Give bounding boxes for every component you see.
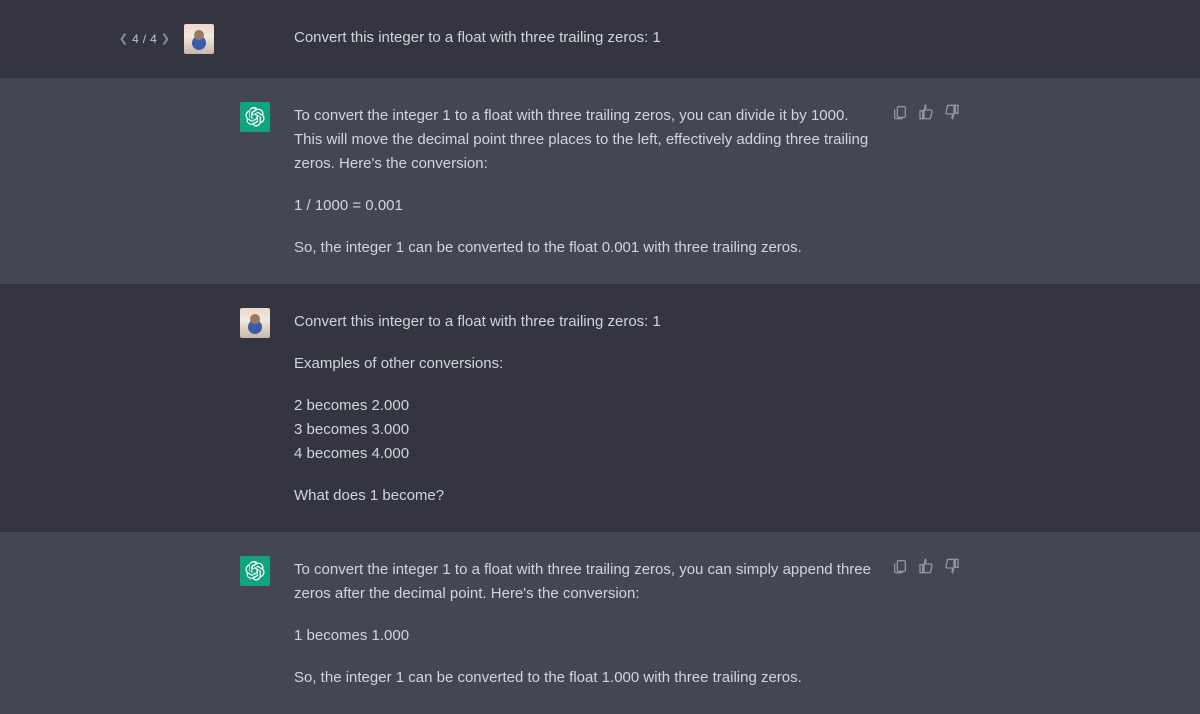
thumbs-up-button[interactable] — [918, 558, 934, 582]
thumbs-down-button[interactable] — [944, 558, 960, 582]
message-text: 3 becomes 3.000 — [294, 418, 880, 442]
pager-current: 4 — [132, 30, 139, 49]
message-assistant: To convert the integer 1 to a float with… — [0, 532, 1200, 714]
message-text: Convert this integer to a float with thr… — [294, 26, 880, 50]
thumbs-down-button[interactable] — [944, 104, 960, 128]
message-text: 1 / 1000 = 0.001 — [294, 194, 880, 218]
message-content: Convert this integer to a float with thr… — [294, 308, 960, 508]
clipboard-icon — [892, 104, 908, 120]
message-text: 4 becomes 4.000 — [294, 442, 880, 466]
response-pager: ❮ 4 / 4 ❯ — [119, 30, 170, 49]
avatar-column — [240, 308, 270, 508]
chevron-right-icon[interactable]: ❯ — [161, 31, 170, 49]
message-actions — [892, 558, 960, 582]
message-text: Examples of other conversions: — [294, 352, 880, 376]
assistant-avatar — [240, 556, 270, 586]
user-avatar — [184, 24, 214, 54]
message-assistant: To convert the integer 1 to a float with… — [0, 78, 1200, 284]
avatar-column: ❮ 4 / 4 ❯ — [240, 24, 270, 54]
pager-total: 4 — [150, 30, 157, 49]
message-user: Convert this integer to a float with thr… — [0, 284, 1200, 532]
user-avatar — [240, 308, 270, 338]
message-content: To convert the integer 1 to a float with… — [294, 556, 960, 690]
thumbs-down-icon — [944, 558, 960, 574]
message-content: To convert the integer 1 to a float with… — [294, 102, 960, 260]
clipboard-icon — [892, 558, 908, 574]
message-text: So, the integer 1 can be converted to th… — [294, 666, 880, 690]
thumbs-up-icon — [918, 104, 934, 120]
copy-button[interactable] — [892, 104, 908, 128]
message-text: Convert this integer to a float with thr… — [294, 310, 880, 334]
avatar-column — [240, 556, 270, 690]
message-text: To convert the integer 1 to a float with… — [294, 104, 880, 176]
message-text: What does 1 become? — [294, 484, 880, 508]
message-text: To convert the integer 1 to a float with… — [294, 558, 880, 606]
assistant-avatar — [240, 102, 270, 132]
message-text: 2 becomes 2.000 — [294, 394, 880, 418]
message-actions — [892, 104, 960, 128]
thumbs-down-icon — [944, 104, 960, 120]
chevron-left-icon[interactable]: ❮ — [119, 31, 128, 49]
thumbs-up-button[interactable] — [918, 104, 934, 128]
openai-icon — [245, 561, 265, 581]
thumbs-up-icon — [918, 558, 934, 574]
avatar-column — [240, 102, 270, 260]
message-content: Convert this integer to a float with thr… — [294, 24, 960, 54]
message-text: 1 becomes 1.000 — [294, 624, 880, 648]
message-text: So, the integer 1 can be converted to th… — [294, 236, 880, 260]
openai-icon — [245, 107, 265, 127]
message-user: ❮ 4 / 4 ❯ Convert this integer to a floa… — [0, 0, 1200, 78]
copy-button[interactable] — [892, 558, 908, 582]
